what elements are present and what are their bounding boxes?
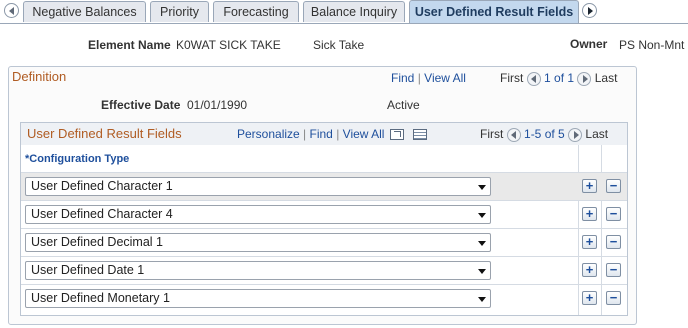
grid-next-button[interactable] [568, 127, 583, 142]
definition-prev-button[interactable] [526, 71, 541, 86]
grid-toolbar: Personalize | Find | View All [237, 127, 428, 141]
definition-next-button[interactable] [577, 71, 592, 86]
delete-row-button[interactable]: − [606, 179, 621, 193]
owner-label: Owner [570, 37, 608, 51]
add-row-button[interactable]: + [582, 207, 597, 221]
configuration-type-select[interactable]: User Defined Decimal 1 [25, 233, 491, 252]
table-row: User Defined Character 4 + − [21, 201, 627, 229]
zoom-icon[interactable] [389, 129, 404, 141]
tab-bar: Negative Balances Priority Forecasting B… [0, 0, 688, 24]
dropdown-arrow-icon [478, 297, 486, 302]
tab-forecasting[interactable]: Forecasting [213, 1, 299, 22]
definition-group: Definition Find | View All First 1 of 1 … [8, 66, 637, 325]
definition-pager: First 1 of 1 Last [500, 71, 617, 86]
delete-row-button[interactable]: − [606, 263, 621, 277]
chevron-right-icon [588, 6, 593, 15]
configuration-type-header: *Configuration Type [25, 153, 130, 165]
configuration-type-select[interactable]: User Defined Character 4 [25, 205, 491, 224]
grid-page-info: 1-5 of 5 [524, 127, 565, 141]
definition-page-info: 1 of 1 [544, 71, 575, 85]
status-value: Active [387, 98, 420, 112]
effective-date-value: 01/01/1990 [187, 98, 248, 112]
grid-first-label: First [480, 127, 504, 141]
effective-date-label: Effective Date [101, 98, 181, 112]
add-row-button[interactable]: + [582, 235, 597, 249]
element-name-label: Element Name [88, 38, 171, 52]
grid-prev-button[interactable] [506, 127, 521, 142]
tab-user-defined-result-fields[interactable]: User Defined Result Fields [409, 0, 579, 23]
grid-header: User Defined Result Fields Personalize |… [21, 123, 627, 146]
owner-value: PS Non-Mnt [619, 38, 685, 52]
grid-last-label: Last [585, 127, 609, 141]
table-row: User Defined Monetary 1 + − [21, 285, 627, 313]
grid-find-link[interactable]: Find [310, 127, 333, 141]
configuration-type-select[interactable]: User Defined Monetary 1 [25, 289, 491, 308]
tab-balance-inquiry[interactable]: Balance Inquiry [303, 1, 405, 22]
definition-navigation: Find | View All [391, 71, 466, 85]
table-row: User Defined Date 1 + − [21, 257, 627, 285]
chevron-left-icon [8, 6, 14, 15]
tab-scroll-left-button[interactable] [4, 3, 19, 18]
tab-negative-balances[interactable]: Negative Balances [23, 1, 146, 22]
add-row-button[interactable]: + [582, 263, 597, 277]
element-description: Sick Take [313, 38, 365, 52]
dropdown-arrow-icon [478, 185, 486, 190]
user-defined-result-fields-grid: User Defined Result Fields Personalize |… [20, 122, 628, 316]
dropdown-arrow-icon [478, 241, 486, 246]
delete-row-button[interactable]: − [606, 207, 621, 221]
configuration-type-select[interactable]: User Defined Date 1 [25, 261, 491, 280]
dropdown-arrow-icon [478, 269, 486, 274]
add-row-button[interactable]: + [582, 179, 597, 193]
configuration-type-select[interactable]: User Defined Character 1 [25, 177, 491, 196]
add-row-button[interactable]: + [582, 291, 597, 305]
column-header: *Configuration Type [21, 145, 627, 173]
delete-row-button[interactable]: − [606, 291, 621, 305]
element-name-value: K0WAT SICK TAKE [176, 38, 281, 52]
definition-last-label: Last [594, 71, 618, 85]
grid-view-all-link[interactable]: View All [343, 127, 385, 141]
personalize-link[interactable]: Personalize [237, 127, 300, 141]
chevron-right-icon [573, 130, 579, 139]
definition-first-label: First [500, 71, 524, 85]
table-row: User Defined Character 1 + − [21, 173, 627, 201]
grid-pager: First 1-5 of 5 Last [480, 127, 608, 142]
definition-title: Definition [12, 69, 67, 84]
chevron-left-icon [530, 74, 536, 83]
chevron-left-icon [510, 130, 516, 139]
chevron-right-icon [582, 74, 588, 83]
tab-priority[interactable]: Priority [150, 1, 209, 22]
delete-row-button[interactable]: − [606, 235, 621, 249]
download-grid-icon[interactable] [413, 129, 428, 141]
tab-scroll-right-button[interactable] [582, 3, 597, 18]
definition-find-link[interactable]: Find [391, 71, 414, 85]
table-row: User Defined Decimal 1 + − [21, 229, 627, 257]
dropdown-arrow-icon [478, 213, 486, 218]
grid-title: User Defined Result Fields [27, 126, 182, 141]
definition-view-all-link[interactable]: View All [424, 71, 466, 85]
